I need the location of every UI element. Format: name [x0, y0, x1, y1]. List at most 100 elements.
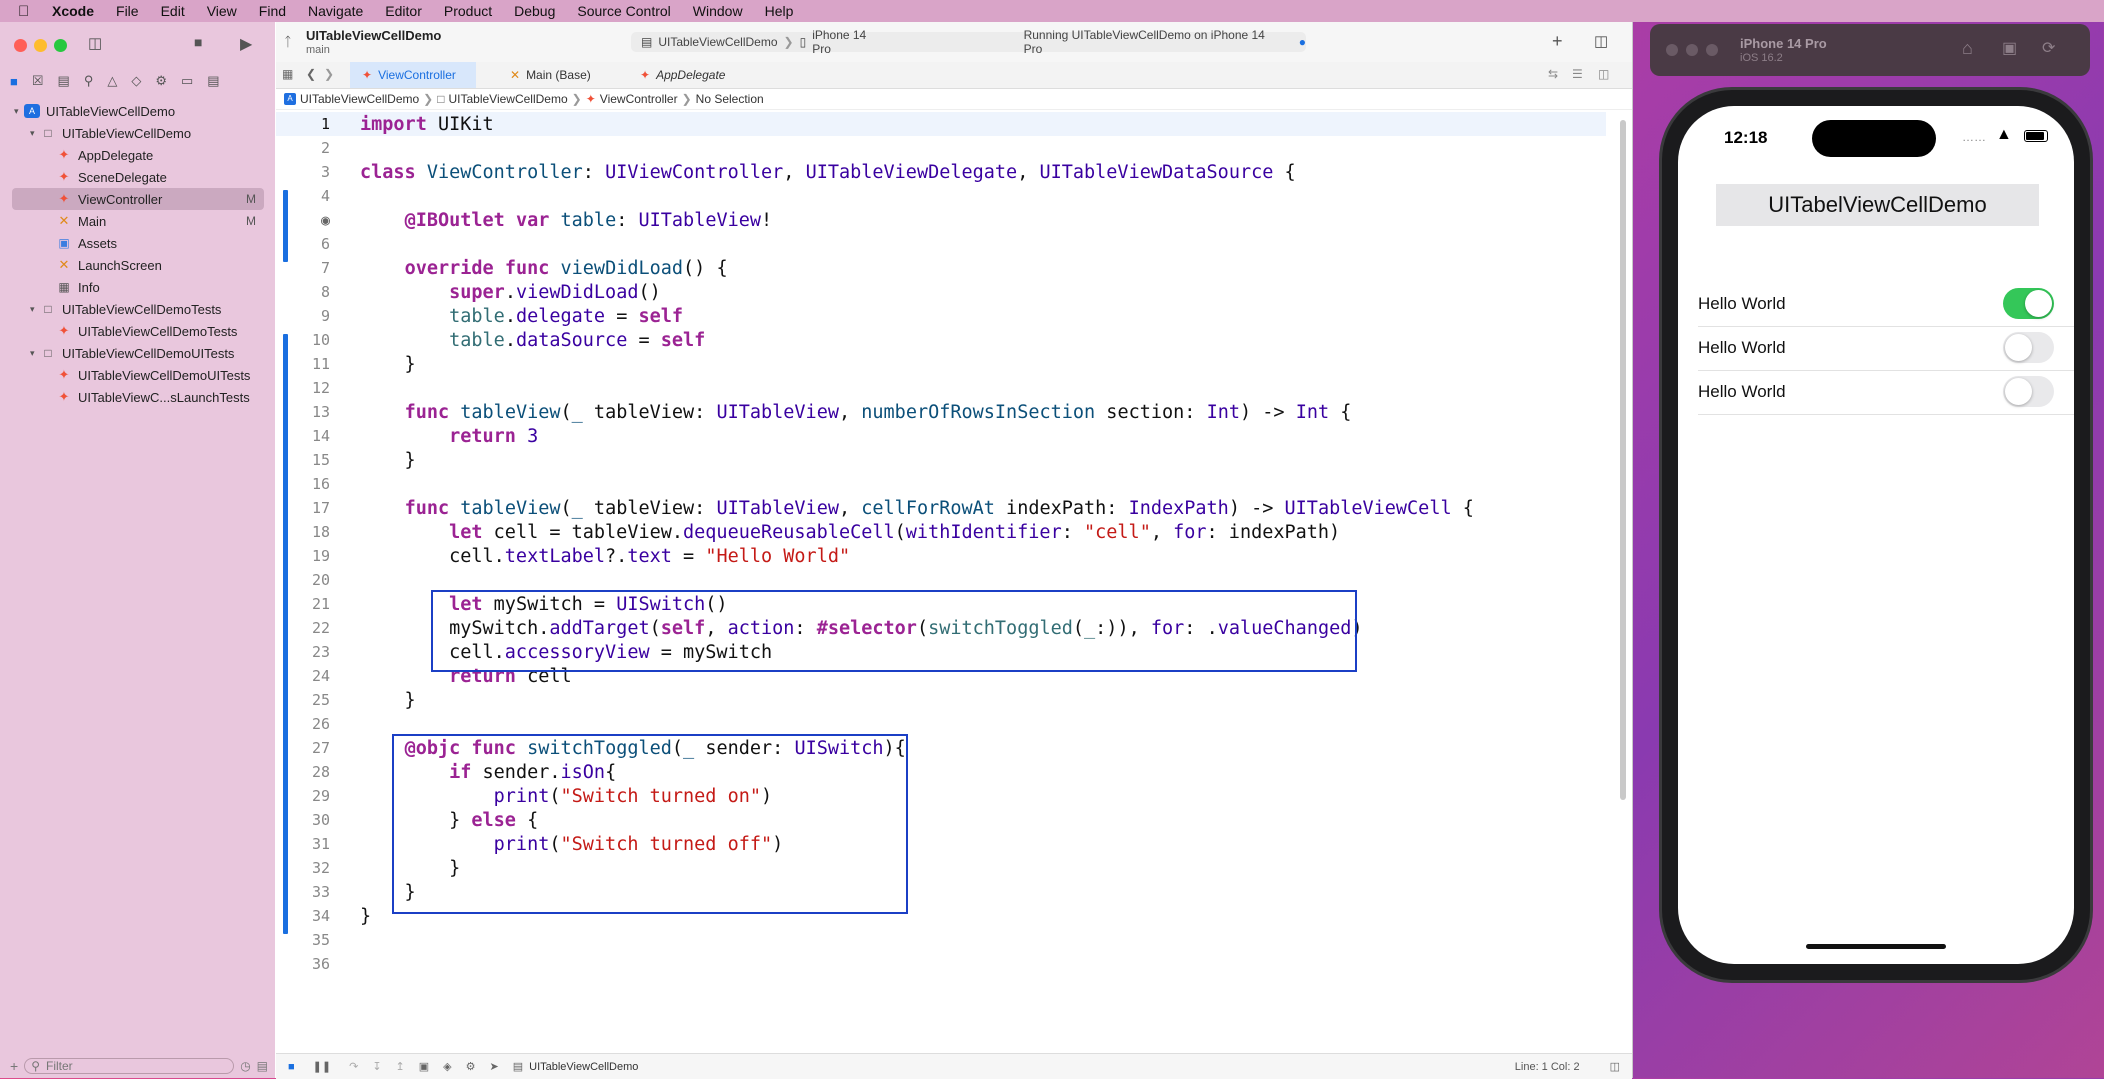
step-out-icon[interactable]: ↥	[396, 1060, 405, 1073]
debug-nav-icon[interactable]: ⚙	[155, 73, 167, 89]
zoom-window-button[interactable]	[54, 39, 67, 52]
source-control-filter-icon[interactable]: ▤	[257, 1059, 268, 1073]
menu-debug[interactable]: Debug	[514, 3, 555, 19]
tree-item-uitests-group[interactable]: ▾ □ UITableViewCellDemoUITests	[12, 342, 264, 364]
disclosure-open-icon[interactable]: ▾	[30, 304, 40, 315]
menu-app[interactable]: Xcode	[52, 3, 94, 19]
close-window-button[interactable]	[1666, 44, 1678, 56]
tree-item-viewcontroller[interactable]: ✦ ViewController M	[12, 188, 264, 210]
symbol-nav-icon[interactable]: ▤	[58, 73, 70, 89]
outlet-connection-icon[interactable]: ◉	[276, 211, 330, 229]
issues-icon[interactable]: ●	[1299, 35, 1306, 49]
split-editor-icon[interactable]: ◫	[1598, 67, 1609, 81]
filter-input[interactable]: ⚲ Filter	[24, 1057, 235, 1074]
pause-icon[interactable]: ❚❚	[313, 1060, 331, 1073]
tree-item-project[interactable]: ▾ A UITableViewCellDemo	[12, 100, 264, 122]
menu-find[interactable]: Find	[259, 3, 286, 19]
find-nav-icon[interactable]: ⚲	[84, 73, 94, 89]
location-icon[interactable]: ➤	[490, 1060, 499, 1073]
table-row[interactable]: Hello World	[1698, 370, 2074, 415]
branch-name[interactable]: main	[306, 44, 330, 56]
breadcrumb-symbol[interactable]: No Selection	[696, 92, 764, 106]
code-review-icon[interactable]: ⇆	[1548, 67, 1558, 81]
panel-toggle-icon[interactable]: ◫	[1610, 1060, 1620, 1073]
test-nav-icon[interactable]: ◇	[131, 73, 141, 89]
console-toggle-icon[interactable]: ■	[288, 1061, 295, 1073]
tree-item-group[interactable]: ▾ □ UITableViewCellDemo	[12, 122, 264, 144]
screenshot-icon[interactable]: ▣	[2002, 38, 2017, 58]
menu-help[interactable]: Help	[765, 3, 794, 19]
debug-view-hierarchy-icon[interactable]: ▣	[419, 1060, 429, 1073]
menu-navigate[interactable]: Navigate	[308, 3, 363, 19]
plist-icon: ▦	[58, 280, 70, 294]
tree-item-launchscreen[interactable]: ✕ LaunchScreen	[12, 254, 264, 276]
code-line: 6	[276, 232, 1606, 256]
memory-graph-icon[interactable]: ◈	[443, 1060, 451, 1073]
source-control-nav-icon[interactable]: ☒	[32, 73, 44, 89]
menu-edit[interactable]: Edit	[161, 3, 185, 19]
breakpoint-nav-icon[interactable]: ▭	[181, 73, 193, 89]
tab-appdelegate[interactable]: ✦ AppDelegate	[628, 62, 737, 88]
zoom-window-button[interactable]	[1706, 44, 1718, 56]
related-items-icon[interactable]: ▦	[282, 67, 293, 81]
scheme-name[interactable]: UITableViewCellDemo	[658, 35, 777, 49]
menu-source-control[interactable]: Source Control	[577, 3, 670, 19]
tab-main[interactable]: ✕ Main (Base)	[498, 62, 603, 88]
disclosure-open-icon[interactable]: ▾	[30, 128, 40, 139]
tree-item-uitests-file[interactable]: ✦ UITableViewCellDemoUITests	[12, 364, 264, 386]
code-line: 12	[276, 376, 1606, 400]
line-number: 34	[311, 907, 330, 925]
breadcrumb-group[interactable]: UITableViewCellDemo	[448, 92, 567, 106]
menu-view[interactable]: View	[207, 3, 237, 19]
home-indicator[interactable]	[1806, 944, 1946, 949]
forward-icon[interactable]: ❯	[324, 67, 334, 81]
cell-switch[interactable]	[2003, 376, 2054, 407]
rotate-icon[interactable]: ⟳	[2042, 38, 2055, 58]
step-in-icon[interactable]: ↧	[372, 1060, 381, 1073]
recent-files-icon[interactable]: ◷	[240, 1059, 250, 1073]
sidebar-toggle-icon[interactable]: ◫	[88, 34, 102, 52]
table-row[interactable]: Hello World	[1698, 326, 2074, 371]
tree-item-assets[interactable]: ▣ Assets	[12, 232, 264, 254]
editor-options-icon[interactable]: ☰	[1572, 67, 1583, 81]
menu-editor[interactable]: Editor	[385, 3, 422, 19]
report-nav-icon[interactable]: ▤	[207, 73, 219, 89]
tree-item-appdelegate[interactable]: ✦ AppDelegate	[12, 144, 264, 166]
environment-overrides-icon[interactable]: ⚙	[466, 1060, 476, 1073]
menu-product[interactable]: Product	[444, 3, 492, 19]
cell-switch[interactable]	[2003, 332, 2054, 363]
debug-target[interactable]: UITableViewCellDemo	[529, 1061, 638, 1073]
table-row[interactable]: Hello World	[1698, 282, 2074, 327]
step-over-icon[interactable]: ↷	[349, 1060, 358, 1073]
tree-item-main[interactable]: ✕ Main M	[12, 210, 264, 232]
apple-icon[interactable]: 	[18, 3, 36, 20]
tab-viewcontroller[interactable]: ✦ ViewController	[350, 62, 476, 88]
minimize-window-button[interactable]	[1686, 44, 1698, 56]
breadcrumb-file[interactable]: ViewController	[600, 92, 678, 106]
editor-scrollbar[interactable]	[1620, 120, 1626, 800]
cell-switch[interactable]	[2003, 288, 2054, 319]
minimize-window-button[interactable]	[34, 39, 47, 52]
run-destination[interactable]: iPhone 14 Pro	[812, 28, 883, 56]
disclosure-open-icon[interactable]: ▾	[30, 348, 40, 359]
breadcrumb-project[interactable]: UITableViewCellDemo	[300, 92, 419, 106]
close-window-button[interactable]	[14, 39, 27, 52]
folder-nav-icon[interactable]: ■	[10, 74, 18, 89]
menu-window[interactable]: Window	[693, 3, 743, 19]
home-icon[interactable]: ⌂	[1962, 38, 1973, 59]
stop-icon[interactable]: ■	[194, 34, 202, 50]
disclosure-open-icon[interactable]: ▾	[14, 106, 24, 117]
scheme-selector[interactable]: ▤ UITableViewCellDemo ❯ ▯ iPhone 14 Pro …	[631, 28, 1306, 56]
inspector-toggle-icon[interactable]: ◫	[1594, 32, 1608, 50]
back-icon[interactable]: ❮	[306, 67, 316, 81]
menu-file[interactable]: File	[116, 3, 139, 19]
tree-item-tests-file[interactable]: ✦ UITableViewCellDemoTests	[12, 320, 264, 342]
add-library-icon[interactable]: +	[1552, 31, 1563, 52]
tree-item-tests-group[interactable]: ▾ □ UITableViewCellDemoTests	[12, 298, 264, 320]
run-icon[interactable]: ▶	[240, 34, 252, 54]
issue-nav-icon[interactable]: △	[107, 73, 117, 89]
tree-item-scenedelegate[interactable]: ✦ SceneDelegate	[12, 166, 264, 188]
tree-item-launchtests-file[interactable]: ✦ UITableViewC...sLaunchTests	[12, 386, 264, 408]
tree-item-info[interactable]: ▦ Info	[12, 276, 264, 298]
add-icon[interactable]: +	[10, 1058, 18, 1074]
